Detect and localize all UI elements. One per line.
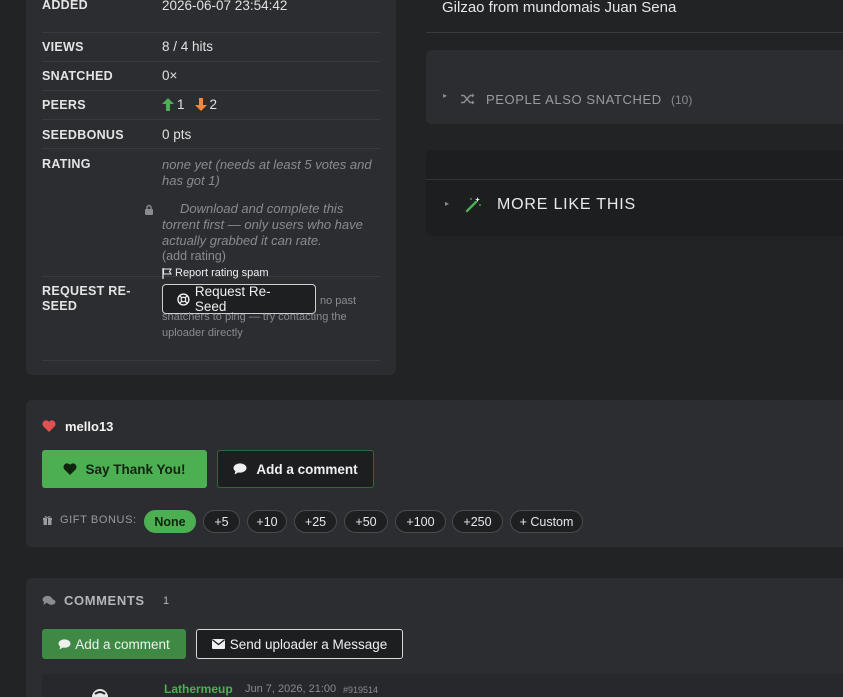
rating-none-yet: none yet (needs at least 5 votes and has…: [162, 157, 372, 188]
arrow-up-icon: [162, 98, 174, 111]
avatar: [92, 689, 108, 697]
add-comment-label: Add a comment: [256, 461, 358, 477]
gift-option-5[interactable]: +5: [203, 510, 240, 533]
comments-add-comment-button[interactable]: Add a comment: [42, 629, 186, 659]
add-rating[interactable]: (add rating): [162, 249, 226, 263]
thanked-user[interactable]: mello13: [65, 419, 113, 434]
info-row-seedbonus: SEEDBONUS 0 pts: [42, 120, 380, 149]
info-key: SEEDBONUS: [42, 128, 124, 142]
envelope-icon: [211, 639, 225, 649]
expand-caret-icon: ▸: [443, 91, 448, 100]
comment-icon: [233, 463, 247, 475]
comment-icon: [58, 638, 71, 650]
gift-option-100[interactable]: +100: [395, 510, 446, 533]
comment-date: Jun 7, 2026, 21:00: [245, 683, 337, 695]
gift-option-25[interactable]: +25: [294, 510, 337, 533]
comment-id[interactable]: #919514: [343, 685, 378, 695]
rating-locked-note: Download and complete this torrent first…: [145, 201, 384, 249]
info-key: RATING: [42, 157, 91, 171]
info-row-snatched: SNATCHED 0×: [42, 62, 380, 91]
arrow-down-icon: [194, 98, 207, 111]
gift-option-10[interactable]: +10: [247, 510, 287, 533]
torrent-title-line: Gilzao from mundomais Juan Sena: [442, 0, 677, 16]
info-row-request-reseed: REQUEST RE-SEED Request Re-Seed no past …: [42, 277, 380, 361]
info-value: 0 pts: [162, 127, 192, 142]
more-like-this-label: MORE LIKE THIS: [497, 196, 636, 213]
info-row-added: ADDED 2026-06-07 23:54:42: [42, 0, 380, 33]
comments-count: 1: [163, 595, 170, 607]
magic-wand-icon: [465, 197, 481, 213]
leechers-count: 2: [209, 97, 218, 112]
say-thank-you-button[interactable]: Say Thank You!: [42, 450, 207, 488]
torrent-info-panel: ADDED 2026-06-07 23:54:42 VIEWS 8 / 4 hi…: [26, 0, 396, 375]
leechers: 2: [194, 97, 218, 112]
shuffle-icon: [461, 93, 475, 105]
send-uploader-message-button[interactable]: Send uploader a Message: [196, 629, 403, 659]
info-row-rating: RATING none yet (needs at least 5 votes …: [42, 149, 380, 279]
seeders-count: 1: [177, 97, 185, 112]
divider: [426, 32, 843, 33]
say-thank-you-label: Say Thank You!: [85, 461, 186, 477]
info-key: ADDED: [42, 0, 88, 12]
comment-author[interactable]: Lathermeup: [164, 682, 233, 696]
info-key: REQUEST RE-SEED: [42, 284, 131, 313]
peers-value: 1 2: [162, 97, 217, 112]
more-like-this-panel[interactable]: ▸ MORE LIKE THIS: [426, 150, 843, 236]
seeders: 1: [162, 97, 185, 112]
divider: [426, 179, 843, 180]
gift-option-250[interactable]: +250: [452, 510, 503, 533]
expand-caret-icon: ▸: [445, 199, 450, 208]
lock-icon: [145, 204, 153, 215]
info-key: SNATCHED: [42, 69, 113, 83]
info-value: 2026-06-07 23:54:42: [162, 0, 288, 13]
info-row-views: VIEWS 8 / 4 hits: [42, 33, 380, 62]
gift-option-none[interactable]: None: [144, 510, 196, 533]
gift-icon: [43, 516, 52, 525]
info-key: PEERS: [42, 98, 86, 112]
people-also-snatched-label: PEOPLE ALSO SNATCHED: [486, 92, 662, 107]
people-also-snatched-panel[interactable]: ▸ PEOPLE ALSO SNATCHED (10): [426, 50, 843, 124]
comments-title: COMMENTS: [64, 593, 145, 608]
info-value: 0×: [162, 68, 178, 83]
gift-option-custom[interactable]: + Custom: [510, 510, 583, 533]
comment-item: Lathermeup Jun 7, 2026, 21:00 #919514: [42, 674, 843, 697]
gift-bonus-label: GIFT BONUS:: [60, 514, 137, 526]
add-comment-button[interactable]: Add a comment: [217, 450, 374, 488]
rating-locked-text: Download and complete this torrent first…: [162, 201, 363, 248]
info-value: 8 / 4 hits: [162, 39, 214, 54]
gift-option-50[interactable]: +50: [344, 510, 388, 533]
comments-add-comment-label: Add a comment: [75, 636, 170, 652]
heart-icon: [63, 463, 78, 475]
info-key: VIEWS: [42, 40, 84, 54]
heart-icon: [42, 420, 56, 432]
info-row-peers: PEERS 1 2: [42, 91, 380, 120]
send-uploader-message-label: Send uploader a Message: [229, 636, 388, 652]
people-also-snatched-count: (10): [671, 93, 693, 107]
reseed-note: no past snatchers to ping — try contacti…: [162, 295, 357, 339]
comments-icon: [42, 595, 56, 605]
